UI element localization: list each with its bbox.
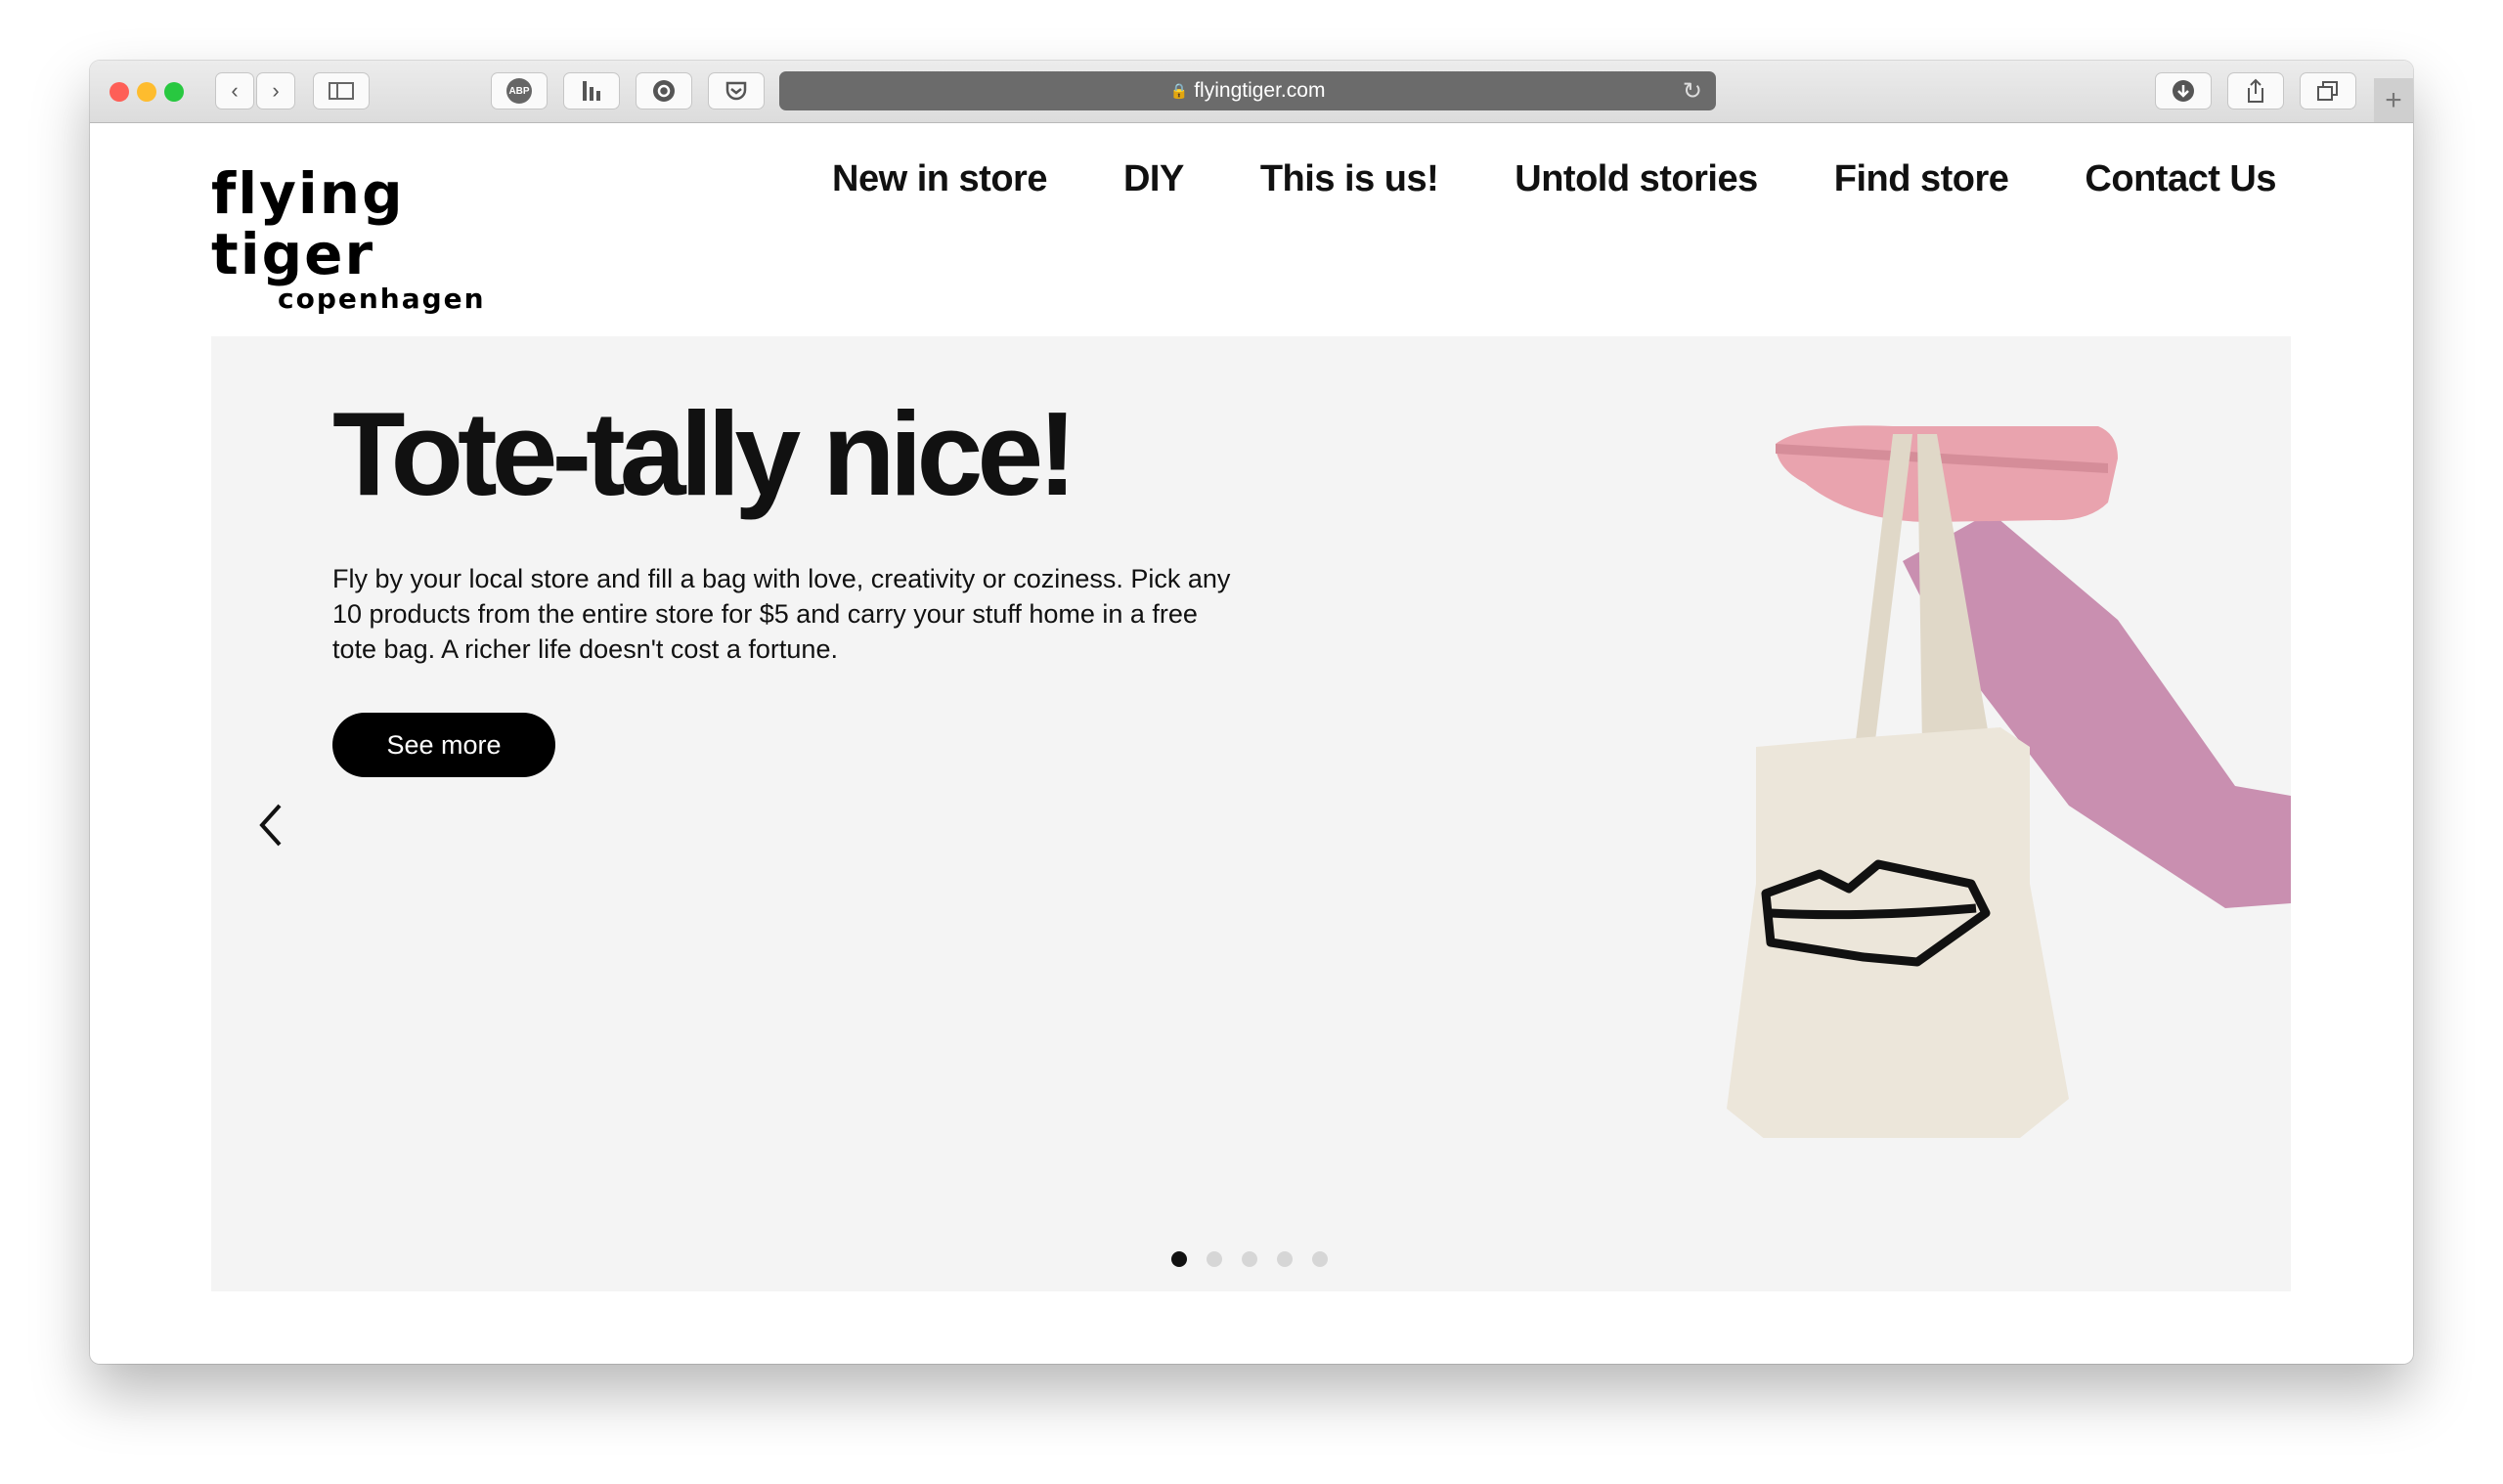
logo-sub-text: copenhagen	[278, 283, 486, 315]
back-button[interactable]: ‹	[215, 72, 254, 109]
reload-icon[interactable]: ↻	[1683, 77, 1702, 106]
extension-icon	[583, 81, 600, 101]
forward-button[interactable]: ›	[256, 72, 295, 109]
nav-item-new-in-store[interactable]: New in store	[832, 158, 1047, 200]
grammarly-button[interactable]	[636, 72, 692, 109]
close-window-button[interactable]	[110, 82, 129, 102]
adblock-icon: ABP	[506, 78, 532, 104]
tabs-icon	[2317, 81, 2338, 101]
hero-carousel: Tote-tally nice! Fly by your local store…	[211, 336, 2291, 1291]
adblock-button[interactable]: ABP	[491, 72, 548, 109]
tabs-overview-button[interactable]	[2300, 72, 2356, 109]
carousel-dot-2[interactable]	[1207, 1251, 1222, 1267]
lock-icon: 🔒	[1169, 83, 1189, 100]
browser-window: ‹ › ABP 🔒 flyingtiger.com ↻ + flying tig…	[90, 61, 2413, 1364]
nav-item-contact-us[interactable]: Contact Us	[2085, 158, 2276, 200]
see-more-button[interactable]: See more	[332, 713, 555, 777]
back-icon: ‹	[231, 78, 239, 103]
share-button[interactable]	[2227, 72, 2284, 109]
carousel-dot-4[interactable]	[1277, 1251, 1293, 1267]
carousel-dot-3[interactable]	[1242, 1251, 1257, 1267]
hero-title: Tote-tally nice!	[332, 387, 1077, 520]
pocket-icon	[725, 81, 747, 101]
new-tab-icon: +	[2385, 83, 2402, 116]
download-icon	[2173, 80, 2194, 102]
site-logo[interactable]: flying tiger copenhagen	[211, 163, 544, 314]
nav-item-find-store[interactable]: Find store	[1834, 158, 2009, 200]
nav-item-diy[interactable]: DIY	[1123, 158, 1184, 200]
zoom-window-button[interactable]	[164, 82, 184, 102]
carousel-dots	[1171, 1251, 1328, 1267]
carousel-prev-arrow-icon[interactable]	[252, 796, 291, 854]
downloads-button[interactable]	[2155, 72, 2212, 109]
logo-main-text: flying tiger	[211, 160, 405, 287]
nav-item-this-is-us[interactable]: This is us!	[1260, 158, 1439, 200]
minimize-window-button[interactable]	[137, 82, 156, 102]
extension-button[interactable]	[563, 72, 620, 109]
nav-item-untold-stories[interactable]: Untold stories	[1515, 158, 1758, 200]
main-nav: New in store DIY This is us! Untold stor…	[832, 158, 2276, 200]
url-text: flyingtiger.com	[1194, 79, 1326, 102]
pocket-button[interactable]	[708, 72, 765, 109]
carousel-dot-5[interactable]	[1312, 1251, 1328, 1267]
tote-bag-image	[1727, 425, 2291, 1138]
address-bar[interactable]: 🔒 flyingtiger.com ↻	[779, 71, 1716, 110]
sidebar-button[interactable]	[313, 72, 370, 109]
carousel-dot-1[interactable]	[1171, 1251, 1187, 1267]
share-icon	[2248, 78, 2263, 103]
grammarly-icon	[653, 80, 675, 102]
new-tab-button[interactable]: +	[2374, 78, 2413, 122]
browser-toolbar: ‹ › ABP 🔒 flyingtiger.com ↻ +	[90, 61, 2413, 123]
hero-text: Fly by your local store and fill a bag w…	[332, 564, 1231, 664]
sidebar-icon	[329, 82, 354, 100]
forward-icon: ›	[272, 78, 280, 103]
bag-body	[1727, 727, 2069, 1138]
